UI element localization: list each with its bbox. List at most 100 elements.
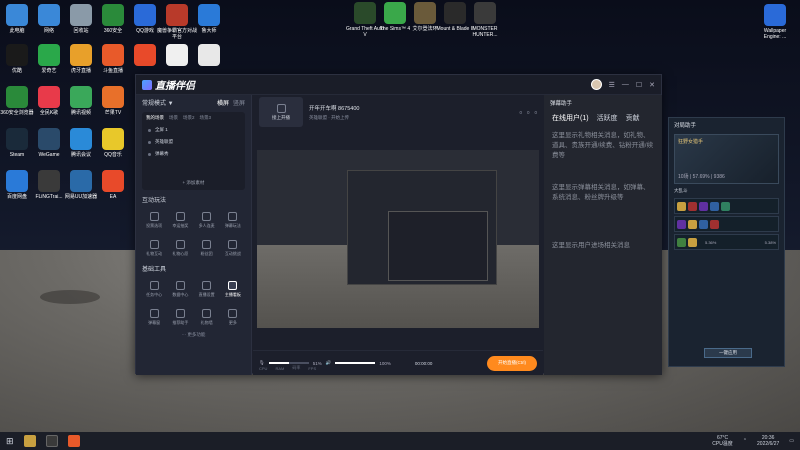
feature-icon bbox=[175, 308, 185, 318]
app-icon bbox=[38, 4, 60, 26]
app-icon bbox=[102, 170, 124, 192]
tab-online-users[interactable]: 在线用户(1) bbox=[552, 113, 589, 123]
app-icon bbox=[70, 86, 92, 108]
minimize-icon[interactable]: — bbox=[622, 81, 629, 88]
scene-tab[interactable]: 场景3 bbox=[200, 115, 212, 121]
interact-title: 互动玩法 bbox=[142, 198, 167, 204]
room-subtitle[interactable]: 英雄联盟 · 开始上传 bbox=[309, 115, 359, 121]
app-icon bbox=[38, 170, 60, 192]
tools-title: 基础工具 bbox=[142, 267, 167, 273]
counter: 0 bbox=[534, 109, 537, 115]
feature-button[interactable]: 多人连麦 bbox=[195, 207, 219, 233]
titlebar[interactable]: 直播伴侣 ☰ — ☐ ✕ bbox=[136, 75, 661, 95]
feature-button[interactable]: 投票选项 bbox=[142, 207, 166, 233]
app-icon bbox=[198, 4, 220, 26]
room-title: 开年开车啊 8675400 bbox=[309, 105, 360, 112]
stream-button[interactable]: 接上开播 bbox=[259, 97, 303, 127]
feature-icon bbox=[175, 239, 185, 249]
status-bar: CPU RAM 码率 FPS bbox=[259, 365, 317, 371]
champion-stats: 10场 | 57.69% | 9386 bbox=[678, 174, 725, 180]
feature-button[interactable]: 直播设置 bbox=[195, 276, 219, 302]
desktop-shortcut[interactable]: 芒果TV bbox=[93, 86, 133, 116]
taskbar-app-icon[interactable] bbox=[67, 435, 80, 447]
clock[interactable]: 20:36 2022/6/27 bbox=[757, 435, 779, 447]
desktop-shortcut[interactable]: QQ音乐 bbox=[93, 128, 133, 158]
gift-message-area: 这里显示礼物相关消息，如礼物、道具、贵族开通/续费、钻粉开通/续费等 bbox=[552, 132, 654, 159]
feature-button[interactable]: 推荐助手 bbox=[168, 304, 192, 330]
feature-icon bbox=[202, 239, 212, 249]
add-source-button[interactable]: + 添加素材 bbox=[142, 180, 245, 186]
scene-item[interactable]: 弹幕秀 bbox=[142, 148, 245, 160]
app-icon bbox=[166, 4, 188, 26]
item-row[interactable]: 5.36% 5.38% bbox=[674, 234, 779, 250]
feature-icon bbox=[202, 308, 212, 318]
feature-button[interactable]: 互动挑战 bbox=[221, 235, 245, 261]
app-icon bbox=[70, 44, 92, 66]
stream-preview[interactable] bbox=[257, 150, 539, 328]
landscape-link[interactable]: 横屏 bbox=[217, 98, 229, 107]
feature-button[interactable]: 幸运抽奖 bbox=[168, 207, 192, 233]
more-features-link[interactable]: ··· 更多功能 bbox=[136, 330, 251, 338]
apply-button[interactable]: 一键应用 bbox=[704, 348, 752, 358]
interact-grid: 投票选项 幸运抽奖 多人连麦 弹幕玩法礼物互动 礼物心愿 粉丝团 互动挑战 bbox=[136, 207, 251, 261]
maximize-icon[interactable]: ☐ bbox=[636, 81, 642, 89]
avatar[interactable] bbox=[590, 79, 602, 90]
network-icon[interactable]: ⌃ bbox=[743, 438, 747, 444]
close-icon[interactable]: ✕ bbox=[649, 81, 655, 89]
feature-button[interactable]: 礼物墙 bbox=[195, 304, 219, 330]
feature-icon bbox=[228, 308, 238, 318]
wallpaper-engine-icon bbox=[764, 4, 786, 26]
desktop-shortcut[interactable]: MONSTER HUNTER... bbox=[465, 2, 505, 38]
feature-button[interactable]: 任务中心 bbox=[142, 276, 166, 302]
windows-start-icon[interactable]: ⊞ bbox=[6, 436, 14, 447]
counter: 0 bbox=[526, 109, 530, 115]
feature-icon bbox=[149, 211, 159, 221]
menu-icon[interactable]: ☰ bbox=[609, 81, 615, 89]
notification-icon[interactable]: ▭ bbox=[789, 438, 794, 444]
tab-activity[interactable]: 活跃度 bbox=[597, 113, 618, 123]
feature-button[interactable]: 粉丝团 bbox=[195, 235, 219, 261]
scene-tab[interactable]: 场景 bbox=[169, 115, 178, 121]
taskbar: ⊞ 67°C CPU温度 ⌃ 20:36 2022/6/27 ▭ bbox=[0, 432, 800, 450]
desktop-shortcut[interactable]: EA bbox=[93, 170, 133, 200]
feature-icon bbox=[175, 280, 185, 290]
feature-icon bbox=[228, 280, 238, 290]
champion-card[interactable]: 狂野女猎手 10场 | 57.69% | 9386 bbox=[674, 134, 779, 184]
danmu-title: 弹幕助手 bbox=[550, 101, 573, 107]
feature-button[interactable]: 弹幕窗 bbox=[142, 304, 166, 330]
feature-button[interactable]: 主播看板 bbox=[221, 276, 245, 302]
scene-dot-icon bbox=[148, 152, 151, 156]
feature-icon bbox=[149, 280, 159, 290]
center-panel: 接上开播 开年开车啊 8675400 英雄联盟 · 开始上传 0 0 0 🎙 5… bbox=[253, 95, 543, 375]
scene-item[interactable]: 全屏 1 bbox=[142, 124, 245, 136]
app-icon bbox=[6, 170, 28, 192]
app-icon bbox=[70, 170, 92, 192]
desktop-shortcut[interactable]: Wallpaper Engine: ... bbox=[755, 4, 795, 40]
scene-tab[interactable]: 场景2 bbox=[183, 115, 195, 121]
tab-contribution[interactable]: 贡献 bbox=[626, 113, 640, 123]
mode-select[interactable]: 常规模式 ▼ bbox=[142, 98, 174, 107]
scene-tab[interactable]: 我的场景 bbox=[146, 115, 164, 121]
entry-message-area: 这里显示用户进场相关消息 bbox=[552, 242, 630, 249]
portrait-link[interactable]: 竖屏 bbox=[233, 98, 245, 107]
feature-button[interactable]: 弹幕玩法 bbox=[221, 207, 245, 233]
desktop-shortcut[interactable]: 鲁大师 bbox=[189, 4, 229, 34]
lol-helper-panel[interactable]: 对局助手 狂野女猎手 10场 | 57.69% | 9386 大乱斗 5.36%… bbox=[668, 117, 785, 367]
app-icon bbox=[384, 2, 406, 24]
left-panel: 常规模式 ▼ 横屏 竖屏 我的场景 场景 场景2 场景3 全屏 1 英雄联盟 弹… bbox=[136, 95, 252, 375]
feature-button[interactable]: 更多 bbox=[221, 304, 245, 330]
scene-tabs: 我的场景 场景 场景2 场景3 bbox=[142, 112, 245, 124]
taskbar-app-icon[interactable] bbox=[45, 435, 58, 447]
feature-button[interactable]: 礼物心愿 bbox=[168, 235, 192, 261]
taskbar-app-icon[interactable] bbox=[23, 435, 36, 447]
desktop-shortcut[interactable] bbox=[189, 44, 229, 68]
app-icon bbox=[354, 2, 376, 24]
app-icon bbox=[38, 86, 60, 108]
streaming-app-window[interactable]: 直播伴侣 ☰ — ☐ ✕ 常规模式 ▼ 横屏 竖屏 我的场景 场景 场景2 场景… bbox=[135, 74, 662, 375]
feature-button[interactable]: 礼物互动 bbox=[142, 235, 166, 261]
scene-item[interactable]: 英雄联盟 bbox=[142, 136, 245, 148]
rune-row[interactable] bbox=[674, 198, 779, 214]
rune-row[interactable] bbox=[674, 216, 779, 232]
feature-icon bbox=[202, 280, 212, 290]
feature-button[interactable]: 数据中心 bbox=[168, 276, 192, 302]
